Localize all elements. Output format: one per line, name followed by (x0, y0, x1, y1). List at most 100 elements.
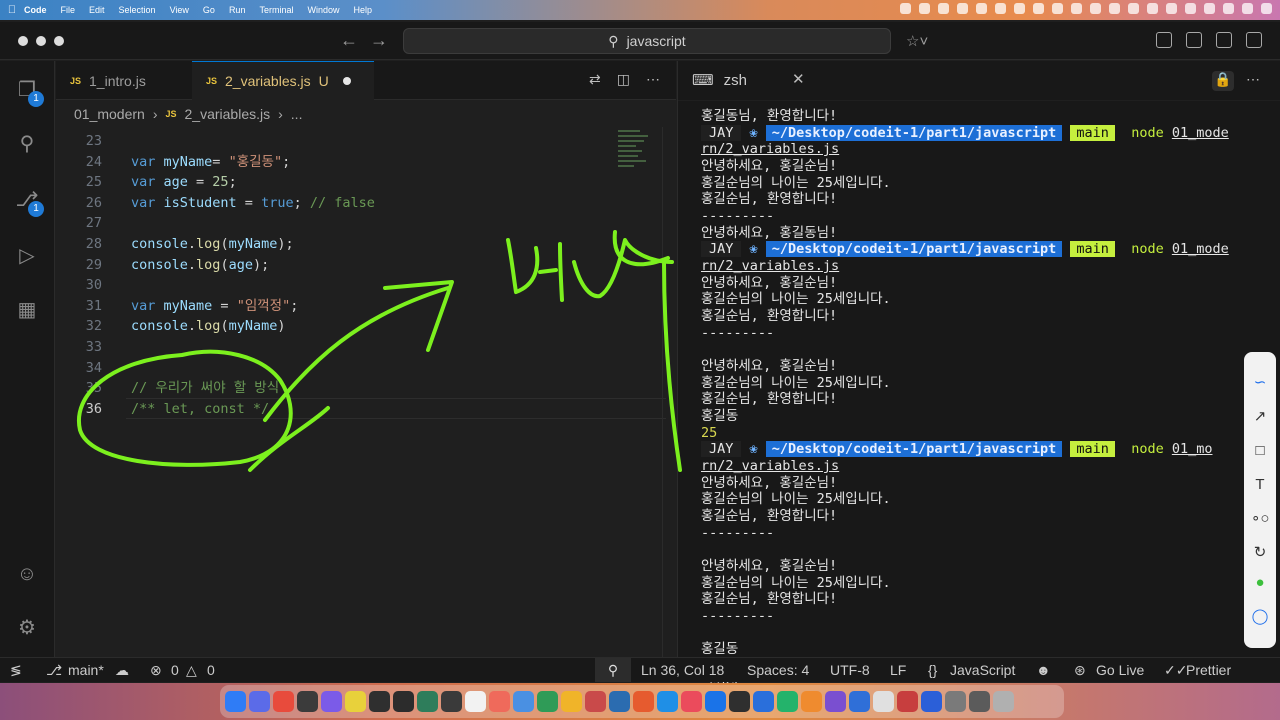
tray-icon[interactable] (1261, 3, 1272, 14)
dock-app-icon[interactable] (849, 691, 870, 712)
breadcrumb-file[interactable]: 2_variables.js (185, 106, 271, 122)
dock-app-icon[interactable] (873, 691, 894, 712)
end-of-line[interactable]: LF (890, 662, 906, 678)
language-mode[interactable]: JavaScript (950, 662, 1015, 678)
redo-icon[interactable]: ↻ (1251, 544, 1269, 562)
dock-app-icon[interactable] (273, 691, 294, 712)
dock-app-icon[interactable] (969, 691, 990, 712)
forward-arrow-icon[interactable]: → (370, 30, 388, 51)
code-line[interactable]: 33 (56, 337, 616, 358)
encoding[interactable]: UTF-8 (830, 662, 870, 678)
code-line[interactable]: 24 var myName= "홍길동"; (56, 152, 616, 173)
command-center-search[interactable]: ⚲ javascript (403, 28, 891, 54)
remote-icon[interactable]: ≶ (10, 662, 22, 679)
menu-help[interactable]: Help (353, 5, 372, 15)
tray-icon[interactable] (1090, 3, 1101, 14)
tray-icon[interactable] (1204, 3, 1215, 14)
search-icon[interactable]: ⚲ (14, 131, 40, 157)
code-line[interactable]: 25 var age = 25; (56, 172, 616, 193)
dock-app-icon[interactable] (945, 691, 966, 712)
dock-app-icon[interactable] (441, 691, 462, 712)
dock-app-icon[interactable] (417, 691, 438, 712)
menu-code[interactable]: Code (24, 5, 47, 15)
dock-app-icon[interactable] (777, 691, 798, 712)
extensions-icon[interactable]: ▦ (14, 297, 40, 323)
dock-app-icon[interactable] (729, 691, 750, 712)
menu-run[interactable]: Run (229, 5, 246, 15)
dock-app-icon[interactable] (657, 691, 678, 712)
tab-1-intro[interactable]: JS 1_intro.js (56, 61, 192, 100)
back-arrow-icon[interactable]: ← (340, 30, 358, 51)
indentation[interactable]: Spaces: 4 (747, 662, 809, 678)
menu-window[interactable]: Window (307, 5, 339, 15)
tray-icon[interactable] (1185, 3, 1196, 14)
rectangle-tool-icon[interactable]: □ (1251, 442, 1269, 460)
pen-icon[interactable]: ∽ (1251, 374, 1269, 392)
editor-scrollbar[interactable] (662, 127, 672, 657)
tray-icon[interactable] (938, 3, 949, 14)
timer-icon[interactable]: ◯ (1251, 608, 1269, 626)
dock-app-icon[interactable] (681, 691, 702, 712)
prettier-button[interactable]: Prettier (1186, 662, 1231, 678)
dock-app-icon[interactable] (561, 691, 582, 712)
text-tool-icon[interactable]: T (1251, 476, 1269, 494)
breadcrumb-folder[interactable]: 01_modern (74, 106, 145, 122)
dock-app-icon[interactable] (993, 691, 1014, 712)
tray-icon[interactable] (1128, 3, 1139, 14)
dock-app-icon[interactable] (633, 691, 654, 712)
tray-icon[interactable] (995, 3, 1006, 14)
tray-icon[interactable] (1033, 3, 1044, 14)
code-line[interactable]: 30 (56, 275, 616, 296)
minimap[interactable] (618, 127, 658, 187)
dock-app-icon[interactable] (369, 691, 390, 712)
apple-icon[interactable]:  (0, 4, 24, 16)
dock-app-icon[interactable] (705, 691, 726, 712)
dock-app-icon[interactable] (513, 691, 534, 712)
zoom-window-button[interactable] (54, 36, 64, 46)
sync-icon[interactable]: ☁ (115, 662, 129, 679)
tray-icon[interactable] (1242, 3, 1253, 14)
terminal-tab[interactable]: ⌨ zsh (692, 71, 747, 90)
effects-tool-icon[interactable]: ∘○ (1251, 510, 1269, 528)
dock-app-icon[interactable] (489, 691, 510, 712)
dock-app-icon[interactable] (225, 691, 246, 712)
dock-app-icon[interactable] (609, 691, 630, 712)
dock-app-icon[interactable] (825, 691, 846, 712)
toggle-panel-icon[interactable] (1216, 32, 1232, 48)
dock-app-icon[interactable] (537, 691, 558, 712)
terminal-output[interactable]: 홍길동님, 환영합니다! JAY ❀ ~/Desktop/codeit-1/par… (678, 101, 1280, 708)
code-line[interactable]: 26 var isStudent = true; // false (56, 193, 616, 214)
toggle-secondary-sidebar-icon[interactable] (1246, 32, 1262, 48)
code-line[interactable]: 35 // 우리가 써야 할 방식 (56, 378, 616, 399)
dock-app-icon[interactable] (393, 691, 414, 712)
dock-app-icon[interactable] (249, 691, 270, 712)
code-line[interactable]: 34 (56, 358, 616, 379)
minimize-window-button[interactable] (36, 36, 46, 46)
dock-app-icon[interactable] (345, 691, 366, 712)
error-count[interactable]: 0 (171, 662, 179, 678)
close-window-button[interactable] (18, 36, 28, 46)
code-line[interactable]: 29 console.log(age); (56, 255, 616, 276)
tray-icon[interactable] (1223, 3, 1234, 14)
lock-icon[interactable]: 🔒 (1212, 71, 1234, 91)
dock-app-icon[interactable] (585, 691, 606, 712)
tray-icon[interactable] (1071, 3, 1082, 14)
tab-2-variables[interactable]: JS 2_variables.js U (192, 61, 374, 100)
tray-icon[interactable] (1052, 3, 1063, 14)
menu-go[interactable]: Go (203, 5, 215, 15)
dock-app-icon[interactable] (753, 691, 774, 712)
code-line[interactable]: 28 console.log(myName); (56, 234, 616, 255)
tray-icon[interactable] (919, 3, 930, 14)
tray-icon[interactable] (976, 3, 987, 14)
code-line[interactable]: 23 (56, 131, 616, 152)
menu-terminal[interactable]: Terminal (259, 5, 293, 15)
breadcrumb-more[interactable]: ... (291, 106, 303, 122)
code-editor[interactable]: 23 24 var myName= "홍길동"; 25 var age = 25; 26 v… (56, 127, 676, 657)
code-line[interactable]: 36 /** let, const */ (56, 399, 616, 420)
tray-icon[interactable] (1109, 3, 1120, 14)
cursor-position[interactable]: Ln 36, Col 18 (641, 662, 724, 678)
zoom-icon[interactable]: ⚲ (595, 658, 631, 682)
tray-icon[interactable] (1147, 3, 1158, 14)
customize-layout-icon[interactable] (1156, 32, 1172, 48)
copilot-status-icon[interactable]: ☻ (1036, 662, 1051, 678)
